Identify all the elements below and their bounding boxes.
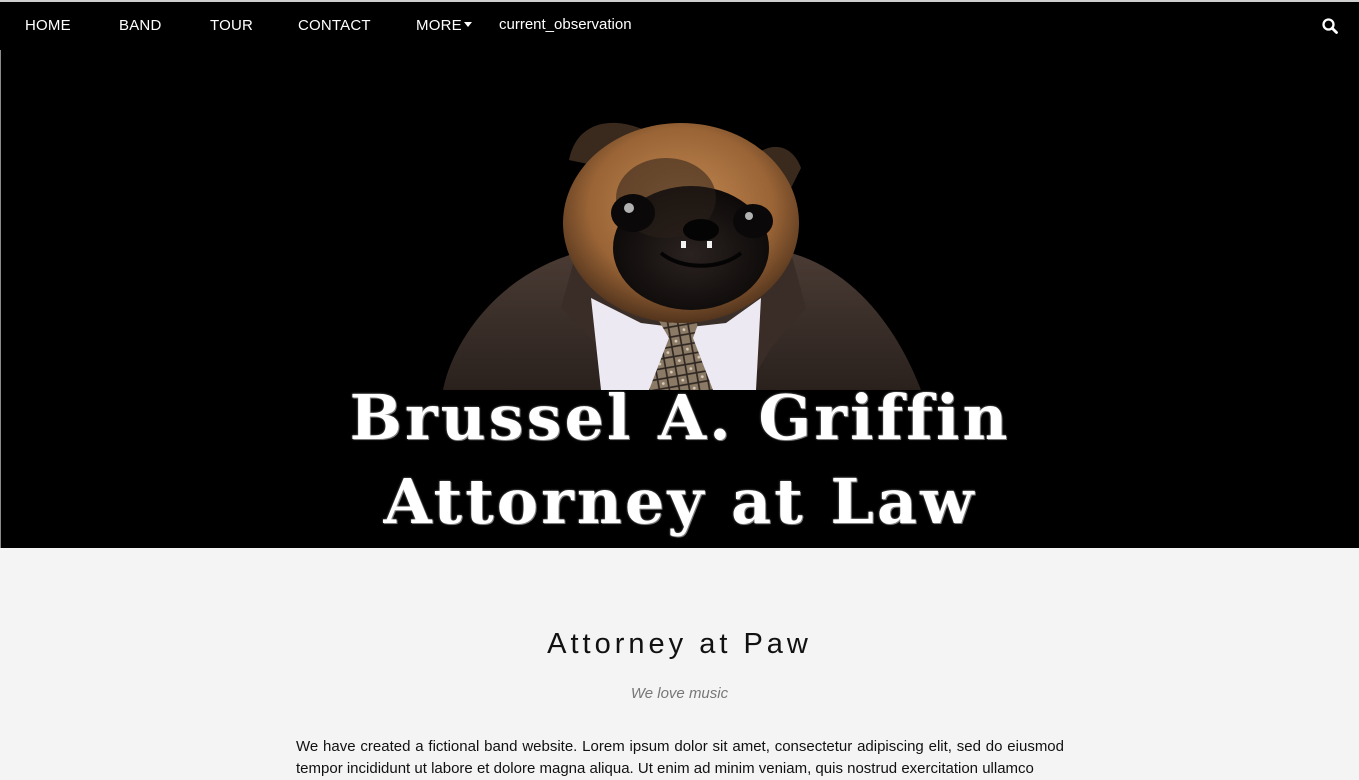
nav-tour-link[interactable]: TOUR [210, 17, 253, 34]
observation-label: current_observation [499, 16, 632, 33]
search-icon[interactable] [1321, 17, 1339, 35]
nav-band-link[interactable]: BAND [119, 17, 161, 34]
nav-more-label: MORE [416, 17, 462, 34]
about-section: Attorney at Paw We love music We have cr… [0, 548, 1359, 777]
hero-title-name: Brussel A. Griffin [349, 381, 1011, 454]
caret-down-icon [463, 22, 472, 27]
nav-contact-link[interactable]: CONTACT [298, 17, 371, 34]
top-navbar: HOME BAND TOUR CONTACT MORE current_obse… [0, 0, 1359, 50]
nav-more-dropdown[interactable]: MORE [416, 17, 472, 34]
hero-banner: Brussel A. Griffin Attorney at Law [1, 48, 1359, 548]
section-subtitle: We love music [630, 685, 729, 702]
section-title: Attorney at Paw [547, 628, 812, 660]
section-body-text: We have created a fictional band website… [296, 738, 1064, 777]
nav-home-link[interactable]: HOME [25, 17, 71, 34]
hero-title-profession: Attorney at Law [383, 465, 977, 538]
